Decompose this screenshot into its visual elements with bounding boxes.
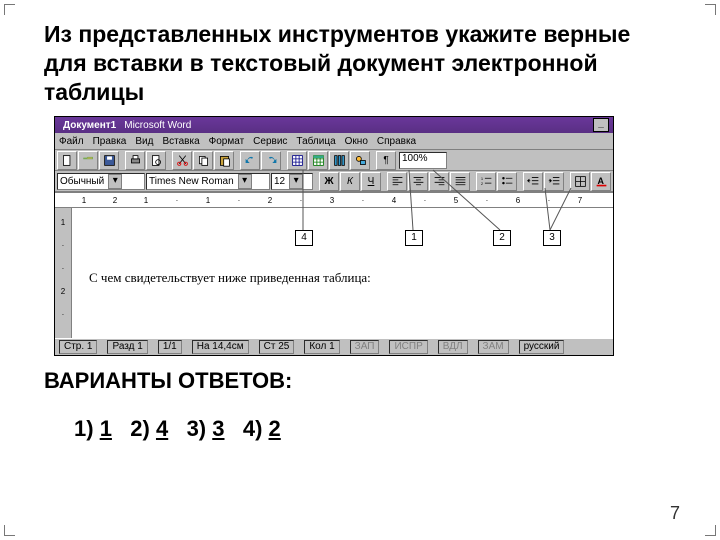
outdent-icon[interactable] bbox=[523, 172, 543, 191]
status-rec: ЗАП bbox=[350, 340, 380, 354]
status-lang: русский bbox=[519, 340, 565, 354]
page-number: 7 bbox=[670, 503, 680, 524]
vertical-ruler: 1· ·2 · bbox=[55, 208, 72, 338]
status-ext: ВДЛ bbox=[438, 340, 468, 354]
statusbar: Стр. 1 Разд 1 1/1 На 14,4см Ст 25 Кол 1 … bbox=[55, 338, 613, 355]
callout-2: 2 bbox=[493, 230, 511, 246]
new-icon[interactable] bbox=[57, 151, 77, 170]
show-para-icon[interactable]: ¶ bbox=[376, 151, 396, 170]
save-icon[interactable] bbox=[99, 151, 119, 170]
question-text: Из представленных инструментов укажите в… bbox=[44, 20, 676, 106]
horizontal-ruler: 12 1· 1· 2· 3· 4· 5· 6· 7 bbox=[55, 192, 613, 208]
svg-text:A: A bbox=[597, 176, 604, 186]
standard-toolbar: ¶ 100% bbox=[55, 150, 613, 171]
callout-3: 3 bbox=[543, 230, 561, 246]
status-ovr: ЗАМ bbox=[478, 340, 509, 354]
preview-icon[interactable] bbox=[146, 151, 166, 170]
answer-options: 1) 1 2) 4 3) 3 4) 2 bbox=[74, 416, 676, 442]
align-justify-icon[interactable] bbox=[450, 172, 470, 191]
redo-icon[interactable] bbox=[261, 151, 281, 170]
undo-icon[interactable] bbox=[240, 151, 260, 170]
status-pos: На 14,4см bbox=[192, 340, 249, 354]
open-icon[interactable] bbox=[78, 151, 98, 170]
answers-label: ВАРИАНТЫ ОТВЕТОВ: bbox=[44, 368, 676, 394]
drawing-icon[interactable] bbox=[350, 151, 370, 170]
copy-icon[interactable] bbox=[193, 151, 213, 170]
menu-view[interactable]: Вид bbox=[135, 136, 153, 147]
borders-icon[interactable] bbox=[570, 172, 590, 191]
word-screenshot: Документ1 Microsoft Word _ Файл Правка В… bbox=[54, 116, 614, 356]
insert-worksheet-icon[interactable] bbox=[308, 151, 328, 170]
status-pages: 1/1 bbox=[158, 340, 182, 354]
numbered-list-icon[interactable]: 12 bbox=[476, 172, 496, 191]
status-line: Ст 25 bbox=[259, 340, 295, 354]
menu-file[interactable]: Файл bbox=[59, 136, 84, 147]
underline-button[interactable]: Ч bbox=[361, 172, 381, 191]
status-trk: ИСПР bbox=[389, 340, 427, 354]
font-color-icon[interactable]: A bbox=[591, 172, 611, 191]
menu-help[interactable]: Справка bbox=[377, 136, 416, 147]
titlebar: Документ1 Microsoft Word _ bbox=[55, 117, 613, 133]
menu-window[interactable]: Окно bbox=[345, 136, 368, 147]
style-select[interactable]: Обычный▾ bbox=[57, 173, 145, 190]
doc-name: Документ1 bbox=[63, 120, 116, 131]
align-left-icon[interactable] bbox=[387, 172, 407, 191]
document-text: С чем свидетельствует ниже приведенная т… bbox=[89, 270, 613, 286]
paste-icon[interactable] bbox=[214, 151, 234, 170]
size-select[interactable]: 12▾ bbox=[271, 173, 313, 190]
app-name: Microsoft Word bbox=[124, 120, 191, 131]
align-right-icon[interactable] bbox=[429, 172, 449, 191]
indent-icon[interactable] bbox=[544, 172, 564, 191]
bold-button[interactable]: Ж bbox=[319, 172, 339, 191]
document-area[interactable]: 1· ·2 · 4 1 2 3 С чем свидетельствует ни… bbox=[55, 208, 613, 338]
callout-4: 4 bbox=[295, 230, 313, 246]
menu-edit[interactable]: Правка bbox=[93, 136, 127, 147]
cut-icon[interactable] bbox=[172, 151, 192, 170]
align-center-icon[interactable] bbox=[408, 172, 428, 191]
menu-table[interactable]: Таблица bbox=[296, 136, 335, 147]
print-icon[interactable] bbox=[125, 151, 145, 170]
italic-button[interactable]: К bbox=[340, 172, 360, 191]
font-select[interactable]: Times New Roman▾ bbox=[146, 173, 270, 190]
minimize-button[interactable]: _ bbox=[593, 118, 609, 132]
bullet-list-icon[interactable] bbox=[497, 172, 517, 191]
menu-insert[interactable]: Вставка bbox=[162, 136, 199, 147]
formatting-toolbar: Обычный▾ Times New Roman▾ 12▾ Ж К Ч 12 A bbox=[55, 171, 613, 192]
columns-icon[interactable] bbox=[329, 151, 349, 170]
callout-1: 1 bbox=[405, 230, 423, 246]
menu-format[interactable]: Формат bbox=[209, 136, 245, 147]
svg-text:2: 2 bbox=[480, 181, 483, 186]
zoom-field[interactable]: 100% bbox=[399, 152, 447, 169]
menubar: Файл Правка Вид Вставка Формат Сервис Та… bbox=[55, 133, 613, 150]
menu-tools[interactable]: Сервис bbox=[253, 136, 287, 147]
status-col: Кол 1 bbox=[304, 340, 339, 354]
insert-table-icon[interactable] bbox=[287, 151, 307, 170]
status-section: Разд 1 bbox=[107, 340, 147, 354]
status-page: Стр. 1 bbox=[59, 340, 97, 354]
